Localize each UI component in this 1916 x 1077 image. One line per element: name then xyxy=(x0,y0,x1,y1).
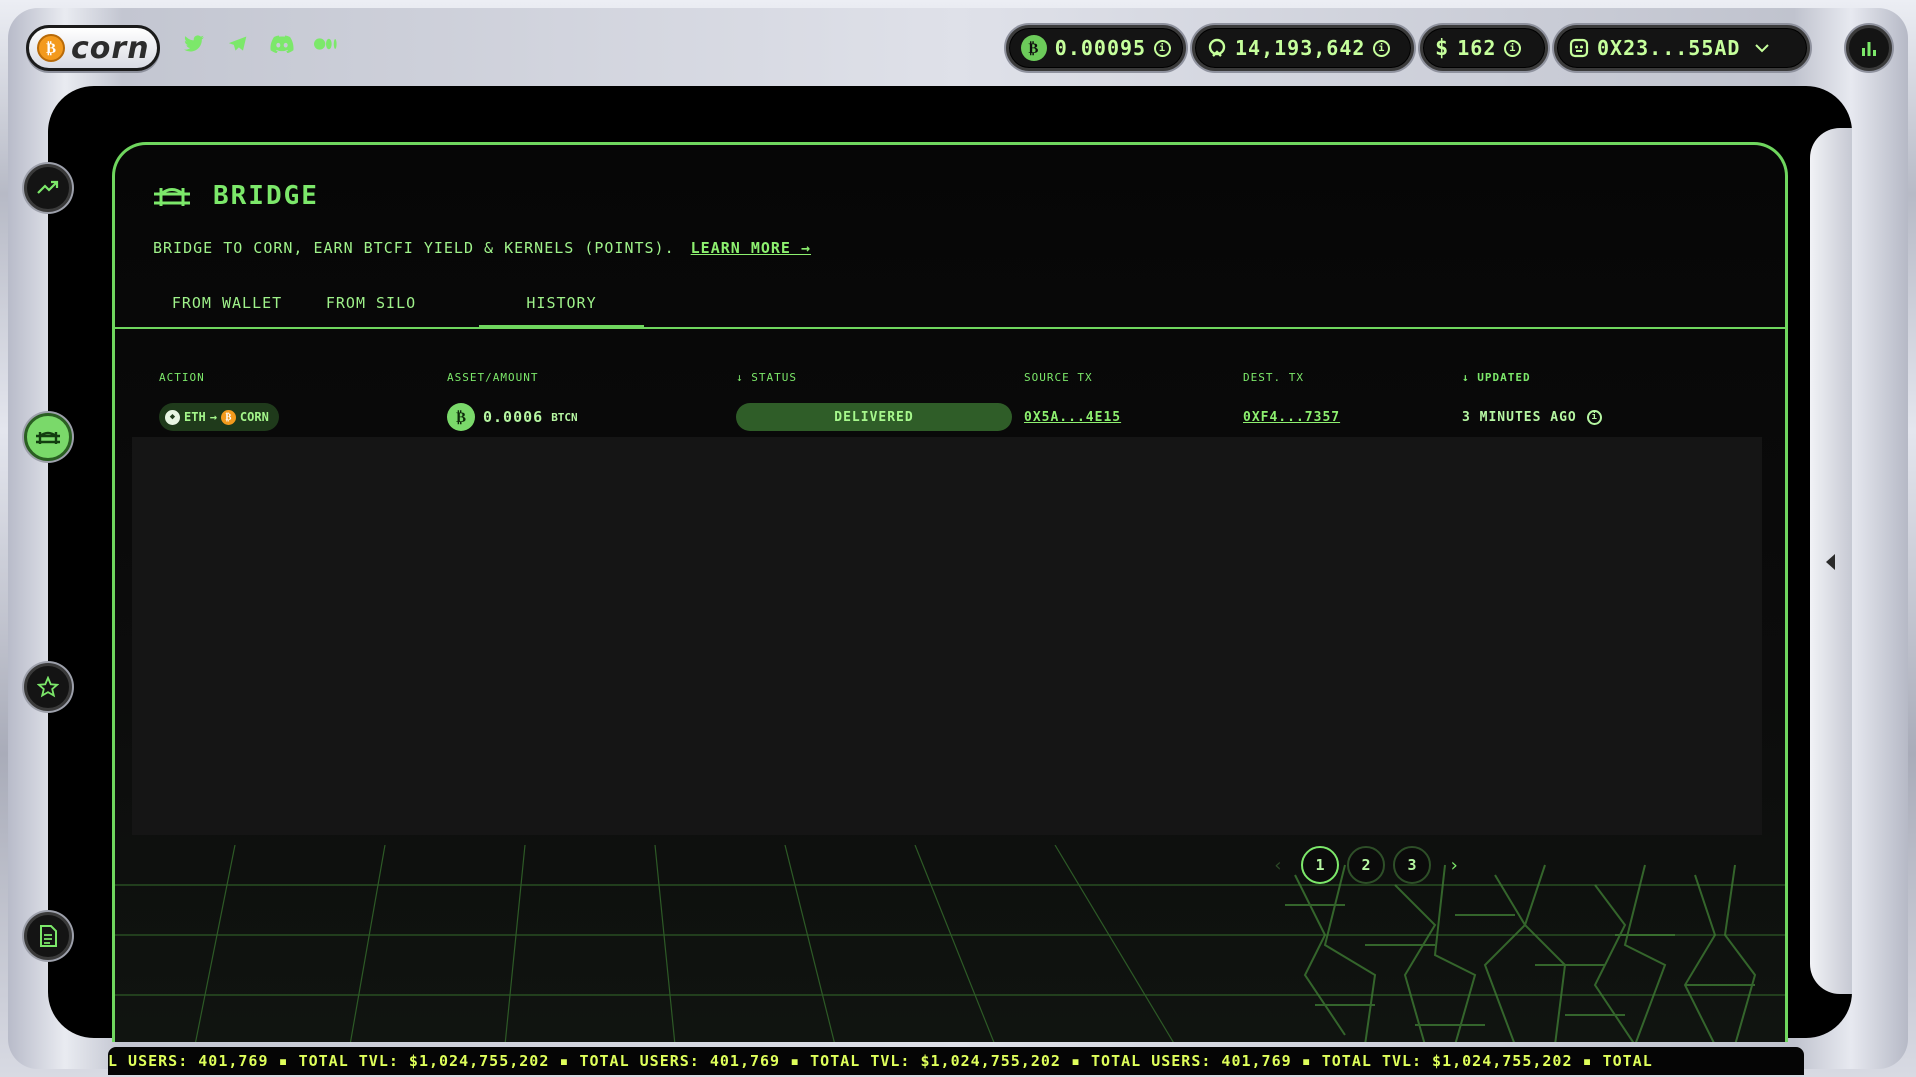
tab-history[interactable]: HISTORY xyxy=(479,290,644,329)
page-button-3[interactable]: 3 xyxy=(1393,846,1431,884)
corn-icon: ₿ xyxy=(220,409,236,425)
star-icon xyxy=(37,676,59,698)
corn-logo-icon: ₿ xyxy=(37,34,65,62)
info-icon[interactable]: i xyxy=(1373,39,1391,57)
kernels-pill[interactable]: 14,193,642 i xyxy=(1192,25,1414,71)
bar-chart-icon xyxy=(1862,42,1876,56)
page-title: BRIDGE xyxy=(213,181,319,211)
collapse-arrow-icon[interactable] xyxy=(1826,554,1835,570)
column-header-action: ACTION xyxy=(159,371,205,384)
analytics-button[interactable] xyxy=(1846,25,1892,71)
nav-favorites-button[interactable] xyxy=(24,663,72,711)
kernels-value: 14,193,642 xyxy=(1235,36,1366,60)
wallet-dropdown[interactable]: 0X23...55AD xyxy=(1554,25,1810,71)
wallet-avatar-icon xyxy=(1569,38,1589,58)
pagination: ‹ 1 2 3 › xyxy=(1263,846,1469,884)
nav-bridge-button[interactable] xyxy=(24,413,72,461)
info-icon[interactable]: i xyxy=(1504,39,1522,57)
tab-from-silo[interactable]: FROM SILO xyxy=(311,290,431,329)
dollar-value: 162 xyxy=(1457,36,1497,60)
column-header-source-tx: SOURCE TX xyxy=(1024,371,1093,384)
column-header-status[interactable]: ↓ STATUS xyxy=(736,371,797,384)
dest-tx-cell: 0XF4...7357 xyxy=(1243,403,1340,431)
page-button-1[interactable]: 1 xyxy=(1301,846,1339,884)
bitcoin-icon: ₿ xyxy=(1021,35,1047,61)
info-icon[interactable]: i xyxy=(1586,409,1602,425)
dollar-icon: $ xyxy=(1435,35,1450,61)
twitter-icon[interactable] xyxy=(182,32,206,56)
document-icon xyxy=(40,925,57,947)
table-empty-area xyxy=(132,437,1762,835)
column-header-updated[interactable]: ↓ UPDATED xyxy=(1462,371,1531,384)
wallet-address: 0X23...55AD xyxy=(1597,36,1741,60)
bitcoin-icon: ₿ xyxy=(447,403,475,431)
stats-ticker: L USERS: 401,769 ▪ TOTAL TVL: $1,024,755… xyxy=(108,1047,1804,1075)
column-header-asset: ASSET/AMOUNT xyxy=(447,371,539,384)
btc-balance-pill[interactable]: ₿ 0.00095 i xyxy=(1006,25,1186,71)
asset-symbol: BTCN xyxy=(551,410,578,424)
prev-page-icon[interactable]: ‹ xyxy=(1263,846,1293,884)
panel-header: BRIDGE xyxy=(153,181,319,211)
btc-balance-value: 0.00095 xyxy=(1054,36,1147,60)
discord-icon[interactable] xyxy=(270,32,294,56)
dollar-pill[interactable]: $ 162 i xyxy=(1420,25,1548,71)
chevron-down-icon xyxy=(1755,44,1770,53)
action-chip: ◆ ETH → ₿ CORN xyxy=(159,403,279,431)
source-tx-link[interactable]: 0X5A...4E15 xyxy=(1024,410,1121,425)
ticker-text: L USERS: 401,769 ▪ TOTAL TVL: $1,024,755… xyxy=(108,1052,1653,1070)
next-page-icon[interactable]: › xyxy=(1439,846,1469,884)
ethereum-icon: ◆ xyxy=(165,409,180,425)
grid-floor-decoration xyxy=(115,845,1785,1042)
info-icon[interactable]: i xyxy=(1154,39,1171,57)
subtitle-text: BRIDGE TO CORN, EARN BTCFI YIELD & KERNE… xyxy=(153,239,675,257)
trending-up-icon xyxy=(37,180,59,194)
kernel-icon xyxy=(1208,38,1226,57)
source-tx-cell: 0X5A...4E15 xyxy=(1024,403,1121,431)
tab-from-wallet[interactable]: FROM WALLET xyxy=(155,290,299,329)
telegram-icon[interactable] xyxy=(226,32,250,56)
column-header-dest-tx: DEST. TX xyxy=(1243,371,1304,384)
asset-amount: 0.0006 xyxy=(483,408,544,426)
status-badge: DELIVERED xyxy=(736,403,1012,431)
action-from: ETH xyxy=(184,410,206,424)
bridge-icon xyxy=(36,431,60,444)
dest-tx-link[interactable]: 0XF4...7357 xyxy=(1243,410,1340,425)
logo-button[interactable]: ₿ corn xyxy=(26,25,160,71)
bridge-tabs: FROM WALLET FROM SILO HISTORY xyxy=(115,290,1785,329)
social-links xyxy=(182,32,338,56)
nav-docs-button[interactable] xyxy=(24,912,72,960)
action-to: CORN xyxy=(239,410,269,424)
bridge-panel: BRIDGE BRIDGE TO CORN, EARN BTCFI YIELD … xyxy=(112,142,1788,1042)
panel-subtitle: BRIDGE TO CORN, EARN BTCFI YIELD & KERNE… xyxy=(153,239,811,257)
learn-more-link[interactable]: LEARN MORE → xyxy=(691,239,811,257)
nav-trending-button[interactable] xyxy=(24,164,72,212)
page-button-2[interactable]: 2 xyxy=(1347,846,1385,884)
asset-amount-cell: ₿ 0.0006 BTCN xyxy=(447,403,578,431)
updated-time: 3 MINUTES AGO xyxy=(1462,409,1577,425)
brand-name: corn xyxy=(71,30,150,66)
top-bar: ₿ corn ₿ 0.00095 i 14,193,642 i $ 162 i … xyxy=(0,0,1916,96)
medium-icon[interactable] xyxy=(314,32,338,56)
bridge-icon xyxy=(154,188,190,206)
updated-cell: 3 MINUTES AGO i xyxy=(1462,403,1602,431)
arrow-right-icon: → xyxy=(209,410,217,424)
